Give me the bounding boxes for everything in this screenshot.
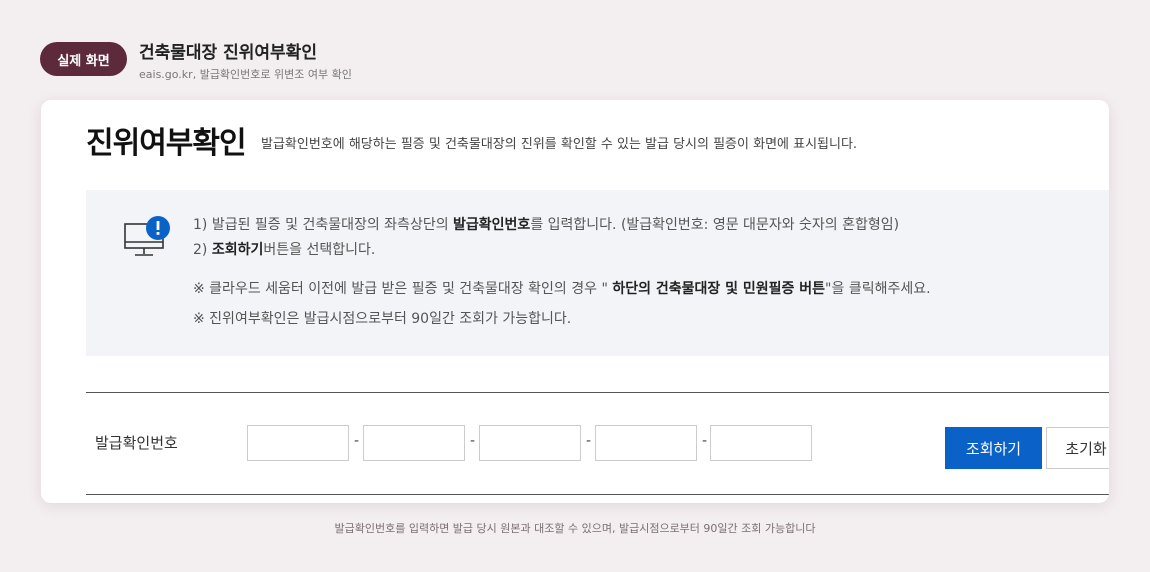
verification-card: 진위여부확인 발급확인번호에 해당하는 필증 및 건축물대장의 진위를 확인할 … (41, 100, 1109, 503)
note-1-text-end: "을 클릭해주세요. (825, 281, 931, 297)
instruction-step-2: 2) 조회하기버튼을 선택합니다. (193, 239, 931, 264)
reset-button[interactable]: 초기화 (1046, 427, 1109, 469)
note-1-text: ※ 클라우드 세움터 이전에 발급 받은 필증 및 건축물대장 확인의 경우 " (193, 281, 613, 297)
step-2-bold: 조회하기 (211, 242, 264, 258)
step-1-bold: 발급확인번호 (453, 217, 531, 233)
header-title: 건축물대장 진위여부확인 (139, 43, 317, 63)
issue-number-label: 발급확인번호 (95, 434, 178, 452)
step-1-text: 1) 발급된 필증 및 건축물대장의 좌측상단의 (193, 217, 454, 233)
page-description: 발급확인번호에 해당하는 필증 및 건축물대장의 진위를 확인할 수 있는 발급… (261, 137, 858, 152)
form-bottom-divider (86, 494, 1109, 495)
separator-dash: - (586, 433, 592, 449)
issue-number-part-1[interactable] (247, 425, 349, 461)
step-1-text-end: 를 입력합니다. (발급확인번호: 영문 대문자와 숫자의 혼합형임) (530, 217, 900, 233)
step-2-text: 2) (193, 242, 212, 258)
page-title: 진위여부확인 (86, 126, 247, 161)
separator-dash: - (354, 433, 360, 449)
issue-number-part-5[interactable] (710, 425, 812, 461)
separator-dash: - (470, 433, 476, 449)
instructions-box: 1) 발급된 필증 및 건축물대장의 좌측상단의 발급확인번호를 입력합니다. … (86, 190, 1109, 356)
note-1-bold: 하단의 건축물대장 및 민원필증 버튼 (612, 281, 826, 297)
monitor-alert-icon (124, 216, 170, 256)
form-top-divider (86, 392, 1109, 393)
separator-dash: - (702, 433, 708, 449)
instruction-lines: 1) 발급된 필증 및 건축물대장의 좌측상단의 발급확인번호를 입력합니다. … (193, 214, 931, 338)
issue-number-part-3[interactable] (479, 425, 581, 461)
issue-number-part-4[interactable] (595, 425, 697, 461)
instruction-step-1: 1) 발급된 필증 및 건축물대장의 좌측상단의 발급확인번호를 입력합니다. … (193, 214, 931, 239)
live-screen-badge: 실제 화면 (40, 42, 127, 76)
issue-number-part-2[interactable] (363, 425, 465, 461)
search-button[interactable]: 조회하기 (945, 427, 1042, 469)
note-90-days: ※ 진위여부확인은 발급시점으로부터 90일간 조회가 가능합니다. (193, 311, 572, 327)
note-cloud-seumter: ※ 클라우드 세움터 이전에 발급 받은 필증 및 건축물대장 확인의 경우 "… (193, 278, 931, 308)
header-subtitle: eais.go.kr, 발급확인번호로 위변조 여부 확인 (139, 68, 352, 81)
step-2-text-end: 버튼을 선택합니다. (263, 242, 376, 258)
footer-note: 발급확인번호를 입력하면 발급 당시 원본과 대조할 수 있으며, 발급시점으로… (334, 522, 816, 535)
